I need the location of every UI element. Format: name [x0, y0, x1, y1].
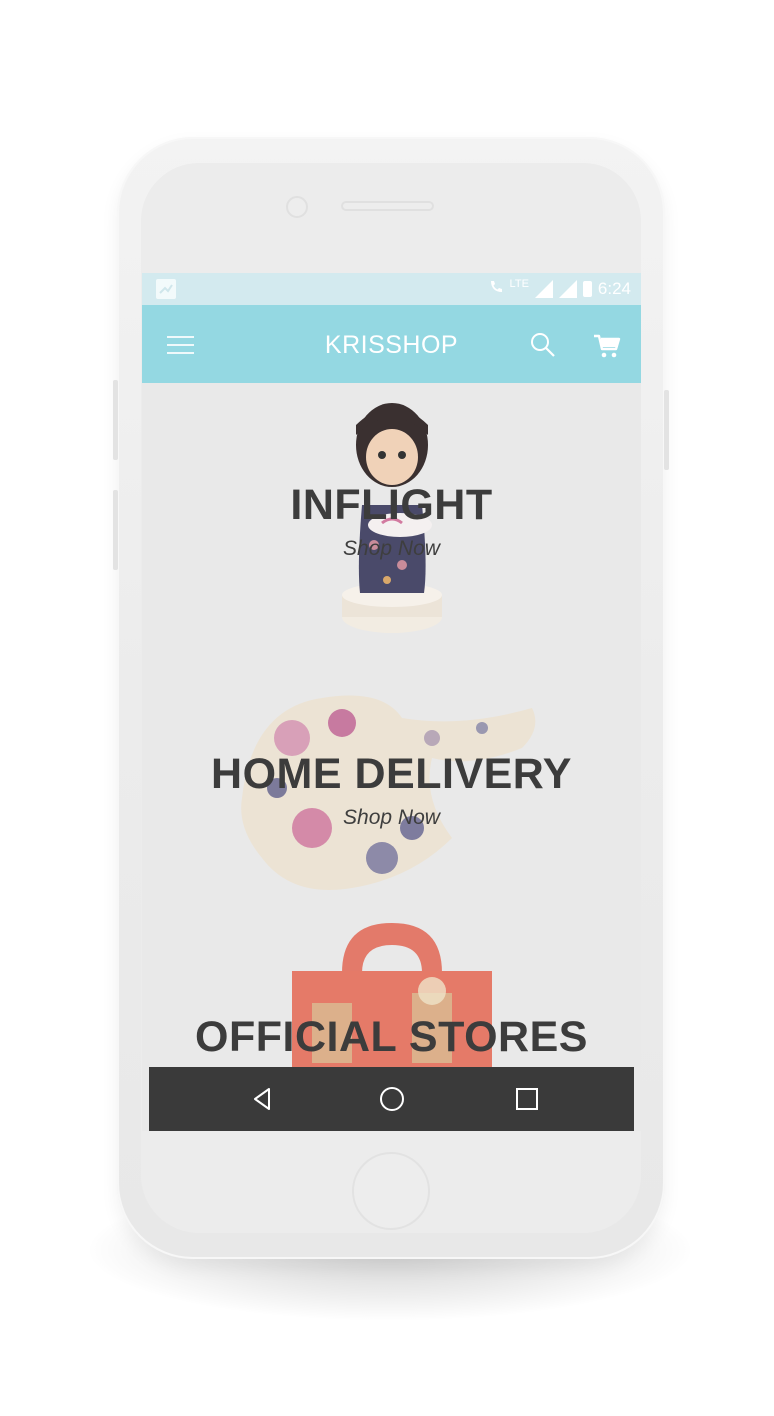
front-camera — [286, 196, 308, 218]
earpiece-speaker — [341, 201, 434, 211]
side-button-right — [664, 390, 669, 470]
home-hardware-button[interactable] — [352, 1152, 430, 1230]
search-icon[interactable] — [530, 332, 556, 358]
banner-title: OFFICIAL STORES — [195, 1013, 588, 1061]
status-bar: LTE 6:24 — [142, 273, 641, 305]
app-bar: KRISSHOP — [142, 305, 641, 383]
signal-icon — [534, 280, 553, 298]
cart-icon[interactable] — [593, 332, 621, 360]
battery-icon — [582, 281, 592, 297]
notification-icon — [156, 279, 176, 299]
system-nav-bar — [149, 1067, 634, 1131]
status-indicators: LTE 6:24 — [488, 278, 631, 300]
side-button-left-2 — [113, 490, 118, 570]
back-icon[interactable] — [245, 1081, 281, 1117]
shop-now-link[interactable]: Shop Now — [142, 537, 641, 561]
app-title: KRISSHOP — [324, 331, 459, 359]
status-time: 6:24 — [597, 279, 631, 298]
shop-now-link[interactable]: Shop Now — [142, 806, 641, 830]
phone-screen: LTE 6:24 KRISSHOP INFLIGHT Shop Now HOME… — [142, 273, 641, 1131]
network-type: LTE — [509, 278, 529, 290]
category-list: INFLIGHT Shop Now HOME DELIVERY Shop Now — [142, 383, 641, 1073]
banner-official-stores[interactable]: OFFICIAL STORES — [142, 923, 641, 1073]
signal-icon-2 — [558, 280, 577, 298]
side-button-left — [113, 380, 118, 460]
banner-title: INFLIGHT — [290, 481, 493, 529]
banner-home-delivery[interactable]: HOME DELIVERY Shop Now — [142, 653, 641, 913]
call-icon — [488, 279, 504, 300]
banner-title: HOME DELIVERY — [211, 750, 572, 798]
recents-icon[interactable] — [509, 1081, 545, 1117]
banner-inflight[interactable]: INFLIGHT Shop Now — [142, 383, 641, 638]
home-icon[interactable] — [374, 1081, 410, 1117]
